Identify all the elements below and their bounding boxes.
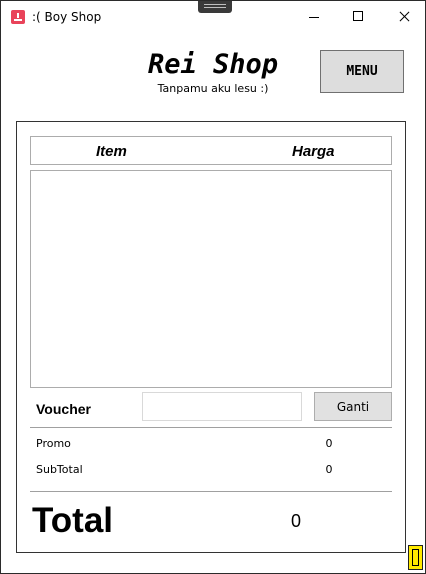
table-header [30,136,392,165]
divider [30,427,392,428]
total-label: Total [32,501,114,540]
shop-name: Rei Shop [147,49,279,80]
close-icon[interactable] [381,1,426,33]
maximize-icon[interactable] [335,1,381,33]
menu-button[interactable]: MENU [320,50,404,93]
subtotal-value: 0 [325,463,333,476]
ganti-button[interactable]: Ganti [314,392,392,421]
column-header-item: Item [96,143,127,160]
resize-grip-icon[interactable] [408,545,423,570]
drag-handle-icon[interactable] [198,1,232,13]
promo-label: Promo [36,437,71,450]
tagline: Tanpamu aku lesu :) [157,82,269,95]
total-value: 0 [290,511,301,531]
subtotal-label: SubTotal [36,463,83,476]
column-header-harga: Harga [292,143,335,160]
voucher-label: Voucher [36,401,91,417]
item-list[interactable] [30,170,392,388]
voucher-input[interactable] [142,392,302,421]
window-title: :( Boy Shop [32,10,102,24]
app-icon [11,10,25,24]
divider [30,491,392,492]
minimize-icon[interactable] [291,1,337,33]
promo-value: 0 [325,437,333,450]
title-bar[interactable]: :( Boy Shop [1,1,425,33]
